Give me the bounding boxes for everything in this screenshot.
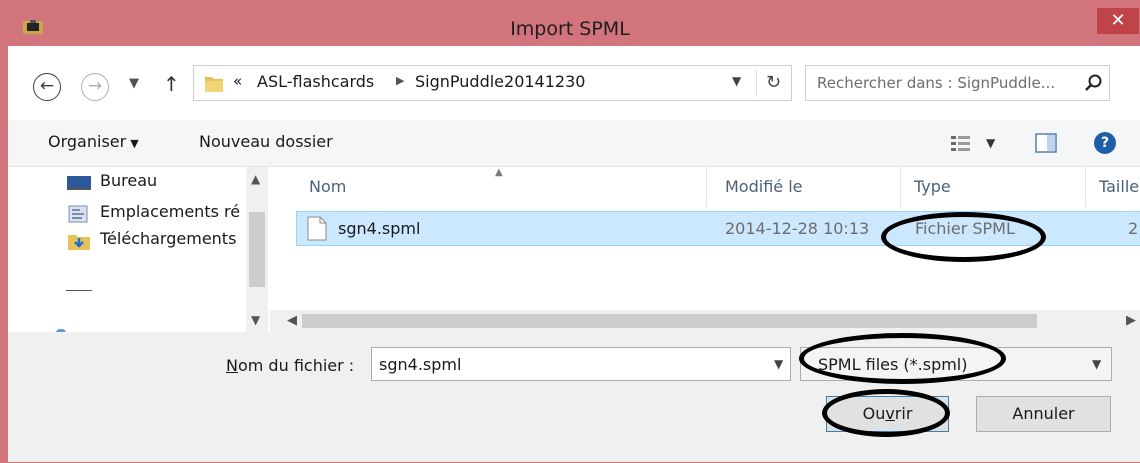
recent-places-icon bbox=[68, 205, 88, 223]
downloads-folder-icon bbox=[68, 235, 90, 250]
recent-locations-dropdown-icon[interactable]: ▼ bbox=[129, 76, 139, 91]
sort-ascending-icon: ▲ bbox=[495, 167, 503, 178]
column-header-type[interactable]: Type bbox=[914, 177, 951, 196]
filename-value[interactable]: sgn4.spml bbox=[379, 355, 461, 374]
column-header-modified[interactable]: Modifié le bbox=[725, 177, 803, 196]
dialog-footer: Nom du fichier : sgn4.spml ▼ SPML files … bbox=[8, 332, 1140, 462]
file-type-value: SPML files (*.spml) bbox=[818, 355, 968, 374]
title-bar[interactable]: Import SPML ✕ bbox=[0, 0, 1140, 46]
preview-pane-icon[interactable] bbox=[1035, 133, 1057, 153]
help-icon[interactable]: ? bbox=[1094, 132, 1116, 154]
file-list-scrollbar[interactable]: ◀ ▶ bbox=[270, 310, 1140, 332]
file-type: Fichier SPML bbox=[915, 219, 1015, 238]
command-toolbar: Organiser ▼ Nouveau dossier ▼ ? bbox=[8, 120, 1140, 167]
sidebar-item-label: Bureau bbox=[100, 171, 158, 190]
close-button[interactable]: ✕ bbox=[1097, 8, 1139, 34]
search-box[interactable]: Rechercher dans : SignPuddle... bbox=[805, 65, 1110, 101]
dialog-window: Import SPML ✕ ← → ▼ ↑ « ASL-flashcards ▶… bbox=[0, 0, 1140, 463]
column-divider[interactable] bbox=[900, 167, 901, 207]
scroll-up-icon[interactable]: ▲ bbox=[251, 172, 260, 186]
file-icon bbox=[307, 216, 327, 241]
forward-arrow-icon[interactable]: → bbox=[81, 73, 109, 101]
change-view-icon[interactable] bbox=[950, 134, 972, 152]
window-title: Import SPML bbox=[510, 18, 630, 40]
sidebar-item-downloads[interactable]: Téléchargements bbox=[66, 227, 246, 253]
filename-field[interactable]: sgn4.spml ▼ bbox=[371, 347, 791, 381]
sidebar-item-bureau[interactable]: Bureau bbox=[66, 169, 246, 195]
search-icon[interactable] bbox=[1083, 73, 1103, 93]
back-arrow-icon[interactable]: ← bbox=[33, 73, 61, 101]
folder-icon bbox=[205, 77, 223, 92]
breadcrumb-signpuddle[interactable]: SignPuddle20141230 bbox=[415, 72, 585, 91]
up-arrow-icon[interactable]: ↑ bbox=[163, 72, 180, 96]
organize-label: Organiser bbox=[48, 132, 127, 151]
navigation-bar: ← → ▼ ↑ « ASL-flashcards ▶ SignPuddle201… bbox=[8, 46, 1140, 120]
sidebar-item-recent-places[interactable]: Emplacements ré bbox=[66, 200, 246, 226]
scrollbar-thumb[interactable] bbox=[302, 314, 1037, 328]
breadcrumb-overflow[interactable]: « bbox=[233, 72, 242, 90]
refresh-icon[interactable]: ↻ bbox=[756, 69, 790, 97]
breadcrumb-separator-icon[interactable]: ▶ bbox=[396, 74, 404, 87]
new-folder-button[interactable]: Nouveau dossier bbox=[199, 132, 333, 151]
sidebar-item-label: Téléchargements bbox=[100, 229, 237, 248]
search-input[interactable]: Rechercher dans : SignPuddle... bbox=[817, 74, 1055, 92]
dialog-body: ← → ▼ ↑ « ASL-flashcards ▶ SignPuddle201… bbox=[8, 46, 1140, 462]
chevron-down-icon[interactable]: ▼ bbox=[1092, 357, 1101, 371]
open-button[interactable]: Ouvrir bbox=[826, 396, 949, 432]
chevron-down-icon[interactable]: ▼ bbox=[774, 357, 783, 371]
navigation-pane: Bureau Emplacements ré Téléchargements ▲… bbox=[8, 167, 270, 334]
scroll-left-icon[interactable]: ◀ bbox=[287, 313, 297, 328]
sidebar-item-label: Emplacements ré bbox=[100, 202, 241, 221]
column-divider[interactable] bbox=[1085, 167, 1086, 207]
desktop-icon bbox=[67, 176, 91, 190]
column-header-size[interactable]: Taille bbox=[1099, 177, 1139, 196]
scrollbar-thumb[interactable] bbox=[249, 212, 265, 287]
file-modified: 2014-12-28 10:13 bbox=[725, 219, 870, 238]
address-dropdown-icon[interactable]: ▼ bbox=[732, 74, 741, 88]
breadcrumb-asl-flashcards[interactable]: ASL-flashcards bbox=[257, 72, 374, 91]
chevron-down-icon: ▼ bbox=[130, 137, 139, 150]
view-options-dropdown-icon[interactable]: ▼ bbox=[986, 136, 995, 150]
organize-menu-button[interactable]: Organiser ▼ bbox=[48, 132, 139, 151]
file-type-select[interactable]: SPML files (*.spml) ▼ bbox=[800, 347, 1112, 381]
column-header-name[interactable]: Nom bbox=[309, 177, 346, 196]
table-row[interactable]: sgn4.spml 2014-12-28 10:13 Fichier SPML … bbox=[296, 211, 1140, 246]
scroll-down-icon[interactable]: ▼ bbox=[251, 313, 260, 327]
address-bar[interactable]: « ASL-flashcards ▶ SignPuddle20141230 ▼ … bbox=[193, 65, 792, 101]
scroll-right-icon[interactable]: ▶ bbox=[1126, 313, 1136, 328]
column-divider[interactable] bbox=[706, 167, 707, 207]
cancel-button[interactable]: Annuler bbox=[976, 396, 1111, 432]
file-list: ▲ Nom Modifié le Type Taille sgn4.spml 2… bbox=[270, 167, 1140, 332]
navigation-pane-scrollbar[interactable]: ▲ ▼ bbox=[246, 167, 268, 332]
divider bbox=[66, 290, 92, 291]
filename-label: Nom du fichier : bbox=[226, 356, 355, 375]
file-name: sgn4.spml bbox=[338, 219, 421, 238]
file-size: 2 bbox=[1128, 219, 1139, 238]
